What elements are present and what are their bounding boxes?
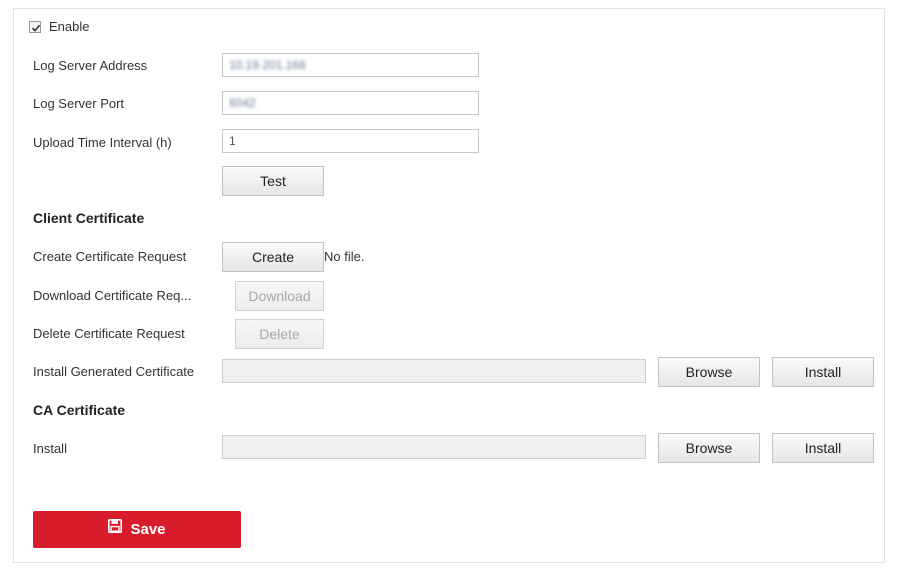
create-certificate-label: Create Certificate Request	[33, 249, 187, 264]
browse-generated-certificate-button[interactable]: Browse	[658, 357, 760, 387]
upload-interval-input[interactable]	[222, 129, 479, 153]
save-button[interactable]: Save	[33, 511, 241, 548]
delete-button[interactable]: Delete	[235, 319, 324, 349]
ca-certificate-file-field[interactable]	[222, 435, 646, 459]
checkmark-icon	[31, 24, 41, 32]
delete-certificate-label: Delete Certificate Request	[33, 326, 185, 341]
install-generated-certificate-button[interactable]: Install	[772, 357, 874, 387]
install-generated-certificate-label: Install Generated Certificate	[33, 364, 195, 379]
enable-label: Enable	[49, 19, 90, 34]
generated-certificate-file-field[interactable]	[222, 359, 646, 383]
log-server-address-input[interactable]	[222, 53, 479, 77]
log-server-address-label: Log Server Address	[33, 58, 148, 73]
floppy-disk-icon	[108, 510, 123, 547]
settings-panel: Enable Log Server Address Log Server Por…	[13, 8, 885, 563]
install-ca-certificate-button[interactable]: Install	[772, 433, 874, 463]
enable-checkbox[interactable]	[29, 21, 41, 33]
upload-interval-label: Upload Time Interval (h)	[33, 135, 172, 150]
client-certificate-title: Client Certificate	[33, 210, 145, 226]
test-button[interactable]: Test	[222, 166, 324, 196]
browse-ca-certificate-button[interactable]: Browse	[658, 433, 760, 463]
ca-certificate-title: CA Certificate	[33, 402, 126, 418]
log-server-port-input[interactable]	[222, 91, 479, 115]
create-button[interactable]: Create	[222, 242, 324, 272]
download-certificate-label: Download Certificate Req...	[33, 288, 192, 303]
save-label: Save	[130, 521, 166, 538]
log-server-port-label: Log Server Port	[33, 96, 125, 111]
ca-install-label: Install	[33, 441, 67, 456]
download-button[interactable]: Download	[235, 281, 324, 311]
file-status: No file.	[324, 249, 365, 264]
